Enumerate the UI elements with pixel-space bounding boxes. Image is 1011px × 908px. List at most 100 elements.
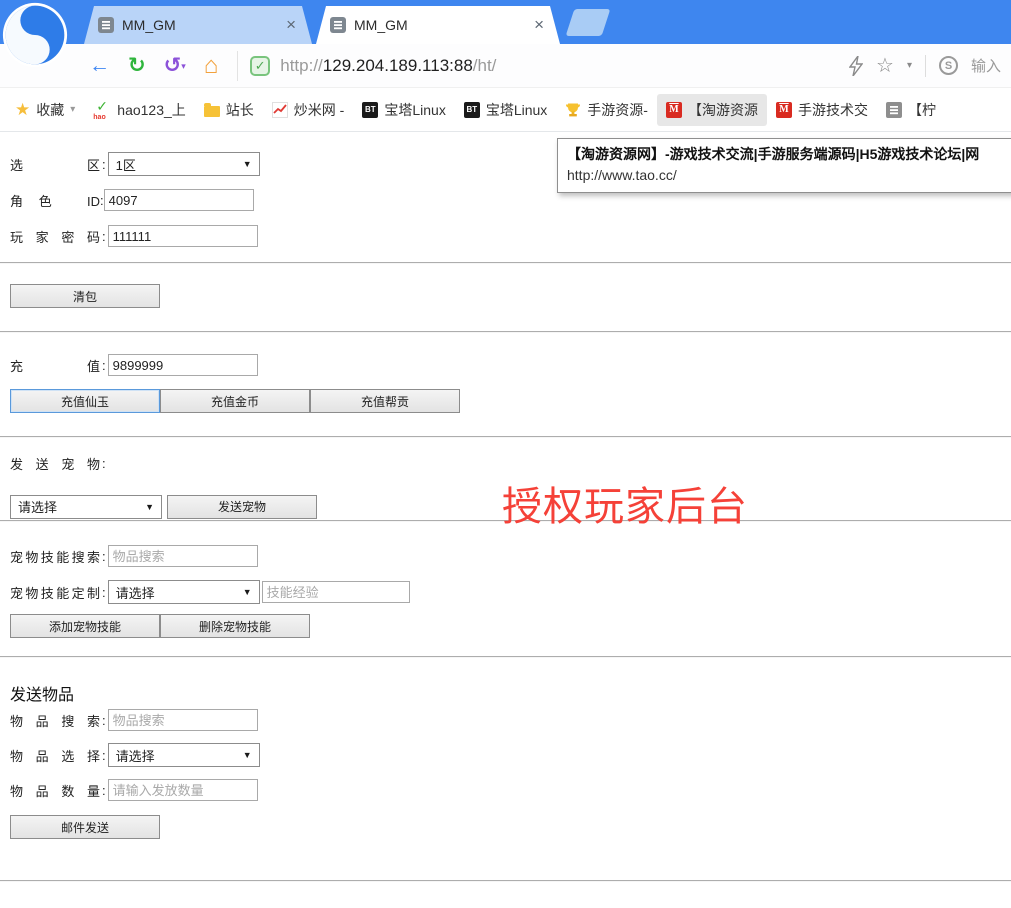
chevron-down-icon[interactable]: ▾ bbox=[181, 61, 186, 71]
chevron-down-icon: ▼ bbox=[243, 750, 252, 760]
lightning-icon[interactable] bbox=[849, 56, 863, 76]
pet-skill-exp-input[interactable] bbox=[262, 581, 410, 603]
browser-tab-1[interactable]: MM_GM × bbox=[84, 6, 312, 44]
pet-skill-buttons-row: 添加宠物技能 删除宠物技能 bbox=[10, 614, 1011, 638]
trophy-icon bbox=[565, 102, 581, 118]
bt-icon: BT bbox=[464, 102, 480, 118]
pet-skill-search-row: 宠物技能搜索: bbox=[10, 544, 1011, 568]
bt-icon: BT bbox=[362, 102, 378, 118]
item-select[interactable]: 请选择 ▼ bbox=[108, 743, 260, 767]
bookmark-label: 站长 bbox=[226, 100, 254, 120]
chevron-down-icon: ▼ bbox=[243, 587, 252, 597]
sogou-search-icon[interactable]: S bbox=[939, 56, 958, 75]
recharge-label: 充值 bbox=[10, 356, 100, 375]
bookmark-ning[interactable]: 【柠 bbox=[877, 94, 945, 126]
server-select[interactable]: 1区 ▼ bbox=[108, 152, 260, 176]
bookmark-label: 手游技术交 bbox=[798, 100, 868, 120]
tooltip-url: http://www.tao.cc/ bbox=[567, 165, 1011, 186]
bookmark-shouyou-jishu[interactable]: M 手游技术交 bbox=[767, 94, 877, 126]
role-id-input[interactable] bbox=[104, 189, 254, 211]
recharge-banggong-button[interactable]: 充值帮贡 bbox=[310, 389, 460, 413]
bookmark-shouyou-ziyuan[interactable]: 手游资源- bbox=[556, 94, 657, 126]
bookmark-chaomi[interactable]: 炒米网 - bbox=[263, 94, 354, 126]
security-shield-icon[interactable]: ✓ bbox=[250, 56, 270, 76]
item-quantity-input[interactable] bbox=[108, 779, 258, 801]
search-hint-text[interactable]: 输入 bbox=[971, 55, 1001, 76]
item-search-label: 物品搜索 bbox=[10, 711, 100, 730]
bookmark-baota-linux-2[interactable]: BT 宝塔Linux bbox=[455, 94, 556, 126]
divider bbox=[0, 656, 1011, 658]
mail-send-row: 邮件发送 bbox=[10, 815, 1011, 839]
url-scheme: http:// bbox=[280, 56, 323, 76]
close-icon[interactable]: × bbox=[284, 15, 298, 35]
home-icon[interactable]: ⌂ bbox=[204, 54, 219, 78]
item-select-value: 请选择 bbox=[116, 746, 155, 765]
send-items-heading: 发送物品 bbox=[10, 686, 1011, 706]
item-select-row: 物品选择: 请选择 ▼ bbox=[10, 743, 1011, 767]
bookmark-label: 【柠 bbox=[908, 100, 936, 120]
back-icon[interactable]: ← bbox=[89, 55, 110, 76]
recharge-xianyu-button[interactable]: 充值仙玉 bbox=[10, 389, 160, 413]
pet-skill-select-value: 请选择 bbox=[116, 583, 155, 602]
bookmark-label: 宝塔Linux bbox=[384, 100, 445, 120]
bookmark-label: 【淘游资源 bbox=[688, 100, 758, 120]
chevron-down-icon: ▾ bbox=[70, 104, 75, 115]
clear-bag-button[interactable]: 清包 bbox=[10, 284, 160, 308]
pet-select-value: 请选择 bbox=[18, 497, 57, 516]
divider bbox=[0, 262, 1011, 264]
browser-toolbar: ← ↻ ↺▾ ⌂ ✓ http://129.204.189.113:88/ht/… bbox=[0, 44, 1011, 88]
mail-send-button[interactable]: 邮件发送 bbox=[10, 815, 160, 839]
bookmark-zhanzhang[interactable]: 站长 bbox=[195, 94, 263, 126]
address-bar[interactable]: ✓ http://129.204.189.113:88/ht/ bbox=[237, 51, 839, 81]
server-select-value: 1区 bbox=[116, 155, 136, 174]
bookmark-star-icon[interactable]: ☆ bbox=[876, 53, 894, 78]
browser-tab-2-active[interactable]: MM_GM × bbox=[316, 6, 560, 44]
refresh-icon[interactable]: ↻ bbox=[128, 55, 146, 76]
role-id-label: 角色 ID bbox=[10, 191, 100, 210]
clear-bag-row: 清包 bbox=[10, 284, 1011, 308]
bookmark-taoyou-ziyuan[interactable]: M 【淘游资源 bbox=[657, 94, 767, 126]
password-row: 玩家密码: bbox=[10, 224, 1011, 248]
send-pet-button[interactable]: 发送宠物 bbox=[167, 495, 317, 519]
bookmark-label: 手游资源- bbox=[587, 100, 648, 120]
tab-title: MM_GM bbox=[354, 17, 532, 33]
pet-skill-custom-row: 宠物技能定制: 请选择 ▼ bbox=[10, 580, 1011, 604]
divider bbox=[925, 55, 926, 77]
bookmark-hao123[interactable]: ✓hao hao123_上 bbox=[84, 94, 195, 126]
recharge-gold-button[interactable]: 充值金币 bbox=[160, 389, 310, 413]
send-pet-label-row: 发送宠物: bbox=[10, 454, 1011, 472]
new-tab-button[interactable] bbox=[566, 9, 611, 36]
item-search-input[interactable] bbox=[108, 709, 258, 731]
url-path: /ht/ bbox=[473, 56, 497, 76]
pet-select[interactable]: 请选择 ▼ bbox=[10, 495, 162, 519]
divider bbox=[0, 436, 1011, 438]
bookmark-label: 收藏 bbox=[36, 100, 64, 120]
recharge-amount-input[interactable] bbox=[108, 354, 258, 376]
pet-skill-select[interactable]: 请选择 ▼ bbox=[108, 580, 260, 604]
item-quantity-label: 物品数量 bbox=[10, 781, 100, 800]
bookmark-label: 炒米网 - bbox=[294, 100, 345, 120]
close-icon[interactable]: × bbox=[532, 15, 546, 35]
bookmark-tooltip: 【淘游资源网】-游戏技术交流|手游服务端源码|H5游戏技术论坛|网 http:/… bbox=[557, 138, 1011, 193]
item-quantity-row: 物品数量: bbox=[10, 778, 1011, 802]
remove-pet-skill-button[interactable]: 删除宠物技能 bbox=[160, 614, 310, 638]
toolbar-right-controls: ☆ ▾ S 输入 bbox=[839, 53, 1011, 78]
pet-skill-search-input[interactable] bbox=[108, 545, 258, 567]
page-favicon bbox=[98, 17, 114, 33]
divider bbox=[0, 331, 1011, 333]
bookmark-label: 宝塔Linux bbox=[486, 100, 547, 120]
player-password-input[interactable] bbox=[108, 225, 258, 247]
bookmark-baota-linux-1[interactable]: BT 宝塔Linux bbox=[353, 94, 454, 126]
bookmark-label: hao123_上 bbox=[117, 100, 186, 120]
browser-titlebar: MM_GM × MM_GM × bbox=[0, 0, 1011, 44]
add-pet-skill-button[interactable]: 添加宠物技能 bbox=[10, 614, 160, 638]
recharge-row: 充值: bbox=[10, 353, 1011, 377]
chevron-down-icon: ▼ bbox=[243, 159, 252, 169]
undo-icon[interactable]: ↺▾ bbox=[164, 55, 186, 76]
bookmarks-bar: ★ 收藏 ▾ ✓hao hao123_上 站长 炒米网 - BT 宝塔Linux… bbox=[0, 88, 1011, 132]
chevron-down-icon[interactable]: ▾ bbox=[907, 60, 912, 71]
send-pet-label: 发送宠物 bbox=[10, 454, 100, 473]
item-search-row: 物品搜索: bbox=[10, 708, 1011, 732]
hao123-icon: ✓hao bbox=[93, 101, 111, 119]
bookmark-favorites[interactable]: ★ 收藏 ▾ bbox=[6, 94, 84, 126]
